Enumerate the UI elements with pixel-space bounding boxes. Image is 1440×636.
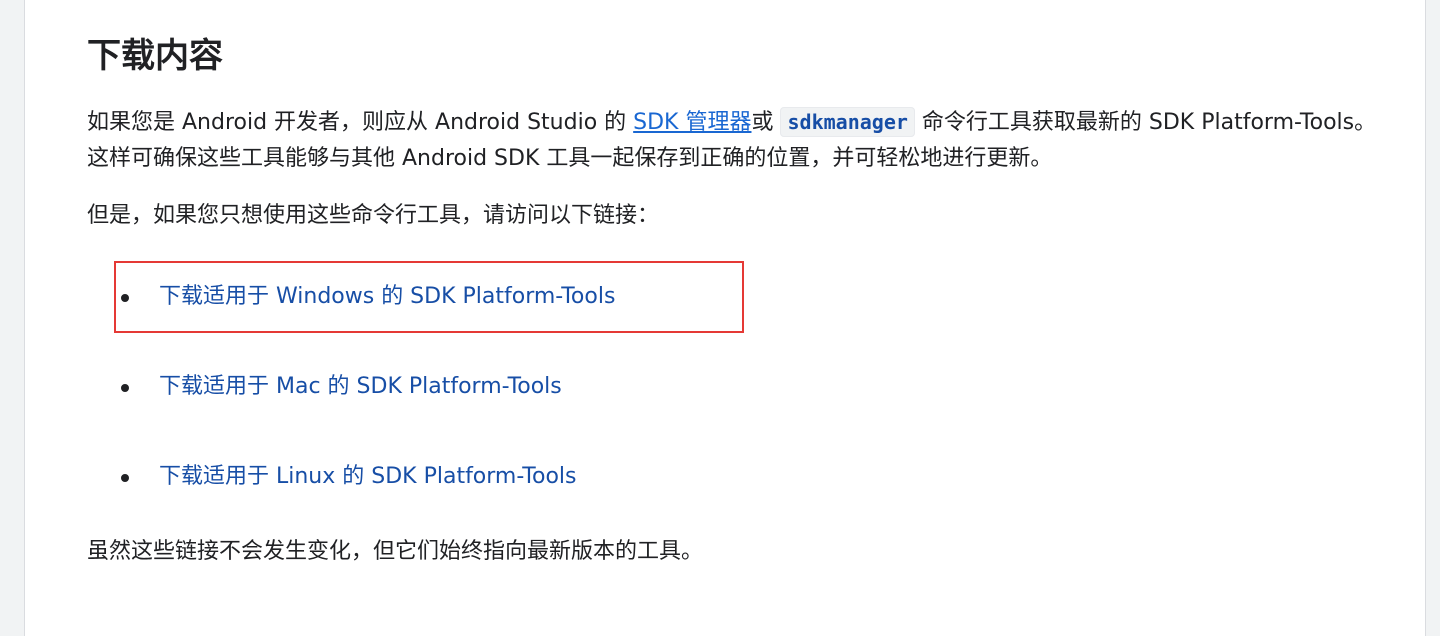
sdk-manager-link[interactable]: SDK 管理器	[633, 110, 751, 135]
intro-text-1: 如果您是 Android 开发者，则应从 Android Studio 的	[87, 110, 634, 135]
intro-paragraph: 如果您是 Android 开发者，则应从 Android Studio 的 SD…	[87, 104, 1377, 177]
footer-paragraph: 虽然这些链接不会发生变化，但它们始终指向最新版本的工具。	[87, 539, 704, 564]
section-title: 下载内容	[87, 36, 223, 76]
bullet-icon	[121, 294, 129, 302]
sdkmanager-code: sdkmanager	[780, 107, 915, 137]
download-linux-link[interactable]: 下载适用于 Linux 的 SDK Platform-Tools	[159, 459, 576, 495]
bullet-icon	[121, 474, 129, 482]
download-windows-link[interactable]: 下载适用于 Windows 的 SDK Platform-Tools	[159, 279, 615, 315]
download-mac-link[interactable]: 下载适用于 Mac 的 SDK Platform-Tools	[159, 369, 562, 405]
bullet-icon	[121, 384, 129, 392]
note-paragraph: 但是，如果您只想使用这些命令行工具，请访问以下链接：	[87, 203, 660, 228]
page-panel: 下载内容 如果您是 Android 开发者，则应从 Android Studio…	[24, 0, 1426, 636]
intro-text-2: 或	[751, 110, 781, 135]
